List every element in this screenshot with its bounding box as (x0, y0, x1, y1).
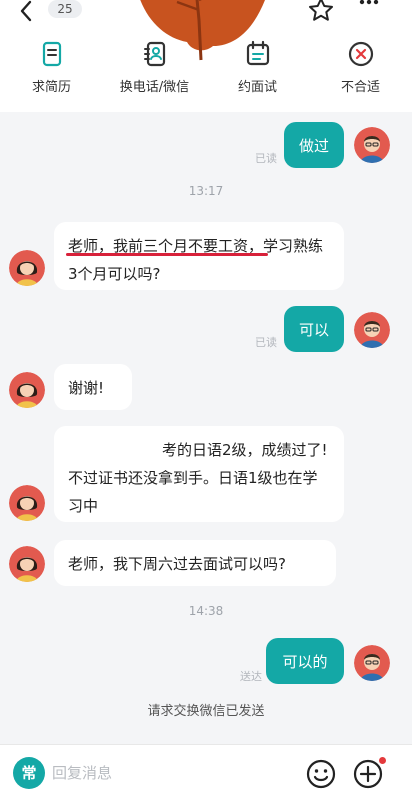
reply-input[interactable] (52, 759, 282, 787)
star-icon (309, 0, 333, 21)
woman-avatar-icon (9, 372, 45, 408)
message-bubble-out[interactable]: 可以 (284, 306, 344, 352)
notification-dot (379, 757, 386, 764)
emoji-button[interactable] (305, 758, 337, 790)
self-avatar[interactable] (354, 645, 390, 681)
common-phrases-button[interactable]: 常 (13, 757, 45, 789)
contact-avatar[interactable] (9, 546, 45, 582)
self-avatar[interactable] (354, 312, 390, 348)
highlight-underline (66, 253, 268, 256)
system-notice: 请求交换微信已发送 (147, 704, 265, 719)
exchange-contact-button[interactable]: 换电话/微信 (103, 40, 206, 102)
woman-avatar-icon (9, 250, 45, 286)
message-bubble-in[interactable]: 考的日语2级，成绩过了! 不过证书还没拿到手。日语1级也在学习中 (54, 426, 344, 522)
man-avatar-icon (354, 645, 390, 681)
message-list[interactable]: 已读 做过 13:17 老师，我前三个月不要工资，学习熟练3个月可以吗? 已读 … (0, 112, 412, 744)
more-options-button[interactable] (356, 0, 382, 16)
chat-header: 25 求简历 换电话/微信 约面试 不合适 (0, 0, 412, 112)
time-divider: 14:38 (188, 604, 224, 618)
smiley-icon (306, 759, 336, 789)
time-divider: 13:17 (188, 184, 224, 198)
message-bubble-out[interactable]: 可以的 (266, 638, 344, 684)
favorite-button[interactable] (306, 0, 336, 22)
exchange-contact-label: 换电话/微信 (119, 80, 190, 95)
message-bubble-in[interactable]: 谢谢! (54, 364, 132, 410)
back-button[interactable] (14, 0, 38, 22)
message-bubble-out[interactable]: 做过 (284, 122, 344, 168)
contact-avatar[interactable] (9, 372, 45, 408)
request-resume-label: 求简历 (31, 80, 71, 95)
woman-avatar-icon (9, 485, 45, 521)
close-circle-icon (348, 41, 373, 67)
chevron-left-icon (20, 0, 32, 22)
self-avatar[interactable] (354, 127, 390, 163)
message-input-bar: 常 (0, 744, 412, 800)
man-avatar-icon (354, 127, 390, 163)
delivery-status: 送达 (240, 670, 262, 683)
message-bubble-in[interactable]: 老师，我下周六过去面试可以吗? (54, 540, 336, 586)
unread-count-badge[interactable]: 25 (48, 0, 82, 18)
exchange-contact-icon (143, 41, 165, 67)
schedule-interview-label: 约面试 (237, 80, 277, 95)
not-suitable-label: 不合适 (340, 80, 380, 95)
contact-avatar[interactable] (9, 250, 45, 286)
schedule-interview-button[interactable]: 约面试 (206, 40, 309, 102)
quick-actions-bar: 求简历 换电话/微信 约面试 不合适 (0, 40, 412, 102)
read-status: 已读 (255, 152, 277, 165)
woman-avatar-icon (9, 546, 45, 582)
calendar-icon (246, 40, 269, 66)
not-suitable-button[interactable]: 不合适 (309, 40, 412, 102)
more-dots-icon (359, 0, 379, 5)
contact-avatar[interactable] (9, 485, 45, 521)
read-status: 已读 (255, 336, 277, 349)
man-avatar-icon (354, 312, 390, 348)
resume-icon (42, 41, 61, 67)
request-resume-button[interactable]: 求简历 (0, 40, 103, 102)
message-bubble-in[interactable]: 老师，我前三个月不要工资，学习熟练3个月可以吗? (54, 222, 344, 290)
